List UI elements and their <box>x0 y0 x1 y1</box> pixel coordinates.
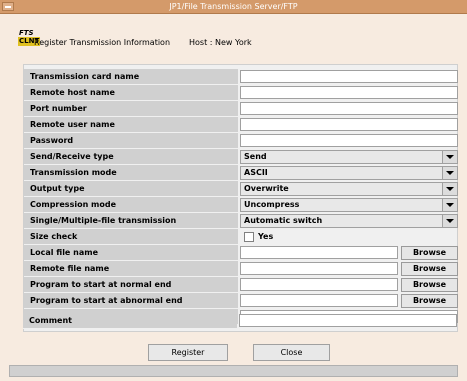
row-remote-file-name: Remote file name Browse <box>24 261 459 277</box>
remote-user-name-label: Remote user name <box>24 117 238 133</box>
compression-mode-select[interactable]: Uncompress <box>240 198 458 212</box>
dropdown-arrow-icon[interactable] <box>442 199 457 211</box>
output-type-label: Output type <box>24 181 238 197</box>
row-single-multiple: Single/Multiple-file transmission Automa… <box>24 213 459 229</box>
send-receive-type-label: Send/Receive type <box>24 149 238 165</box>
close-button[interactable]: Close <box>253 344 330 361</box>
transmission-mode-label: Transmission mode <box>24 165 238 181</box>
local-file-browse-button[interactable]: Browse <box>401 246 458 260</box>
row-password: Password <box>24 133 459 149</box>
local-file-name-label: Local file name <box>24 245 238 261</box>
row-remote-user-name: Remote user name <box>24 117 459 133</box>
row-output-type: Output type Overwrite <box>24 181 459 197</box>
row-comment-field: Comment <box>23 313 458 329</box>
port-number-label: Port number <box>24 101 238 117</box>
size-check-option-label[interactable]: Yes <box>258 230 273 243</box>
row-transmission-card-name: Transmission card name <box>24 69 459 85</box>
transmission-card-name-label: Transmission card name <box>24 69 238 85</box>
remote-host-name-input[interactable] <box>240 86 458 99</box>
password-label: Password <box>24 133 238 149</box>
row-size-check: Size check Yes <box>24 229 459 245</box>
row-transmission-mode: Transmission mode ASCII <box>24 165 459 181</box>
row-program-normal-end: Program to start at normal end Browse <box>24 277 459 293</box>
row-send-receive-type: Send/Receive type Send <box>24 149 459 165</box>
remote-file-name-input[interactable] <box>240 262 398 275</box>
row-program-abnormal-end: Program to start at abnormal end Browse <box>24 293 459 309</box>
output-type-select[interactable]: Overwrite <box>240 182 458 196</box>
comment-label: Comment <box>23 313 237 329</box>
single-multiple-select[interactable]: Automatic switch <box>240 214 458 228</box>
dropdown-arrow-icon[interactable] <box>442 167 457 179</box>
program-normal-end-browse-button[interactable]: Browse <box>401 278 458 292</box>
single-multiple-label: Single/Multiple-file transmission <box>24 213 238 229</box>
row-local-file-name: Local file name Browse <box>24 245 459 261</box>
program-normal-end-label: Program to start at normal end <box>24 277 238 293</box>
remote-user-name-input[interactable] <box>240 118 458 131</box>
remote-file-browse-button[interactable]: Browse <box>401 262 458 276</box>
remote-file-name-label: Remote file name <box>24 261 238 277</box>
dropdown-arrow-icon[interactable] <box>442 183 457 195</box>
row-remote-host-name: Remote host name <box>24 85 459 101</box>
password-input[interactable] <box>240 134 458 147</box>
dropdown-arrow-icon[interactable] <box>442 151 457 163</box>
program-normal-end-input[interactable] <box>240 278 398 291</box>
size-check-label: Size check <box>24 229 238 245</box>
transmission-form: Transmission card name Remote host name … <box>23 64 458 332</box>
remote-host-name-label: Remote host name <box>24 85 238 101</box>
program-abnormal-end-browse-button[interactable]: Browse <box>401 294 458 308</box>
compression-mode-label: Compression mode <box>24 197 238 213</box>
transmission-mode-select[interactable]: ASCII <box>240 166 458 180</box>
row-port-number: Port number <box>24 101 459 117</box>
status-bar <box>9 365 458 377</box>
local-file-name-input[interactable] <box>240 246 398 259</box>
row-compression-mode: Compression mode Uncompress <box>24 197 459 213</box>
window-title: JP1/File Transmission Server/FTP <box>169 2 298 11</box>
size-check-checkbox[interactable] <box>244 232 254 242</box>
transmission-card-name-input[interactable] <box>240 70 458 83</box>
dropdown-arrow-icon[interactable] <box>442 215 457 227</box>
page-title: Register Transmission Information <box>34 38 171 47</box>
host-label: Host : New York <box>189 38 252 47</box>
title-bar[interactable]: JP1/File Transmission Server/FTP <box>0 0 467 14</box>
port-number-input[interactable] <box>240 102 458 115</box>
program-abnormal-end-label: Program to start at abnormal end <box>24 293 238 309</box>
send-receive-type-select[interactable]: Send <box>240 150 458 164</box>
comment-input[interactable] <box>239 314 457 327</box>
register-button[interactable]: Register <box>148 344 228 361</box>
program-abnormal-end-input[interactable] <box>240 294 398 307</box>
